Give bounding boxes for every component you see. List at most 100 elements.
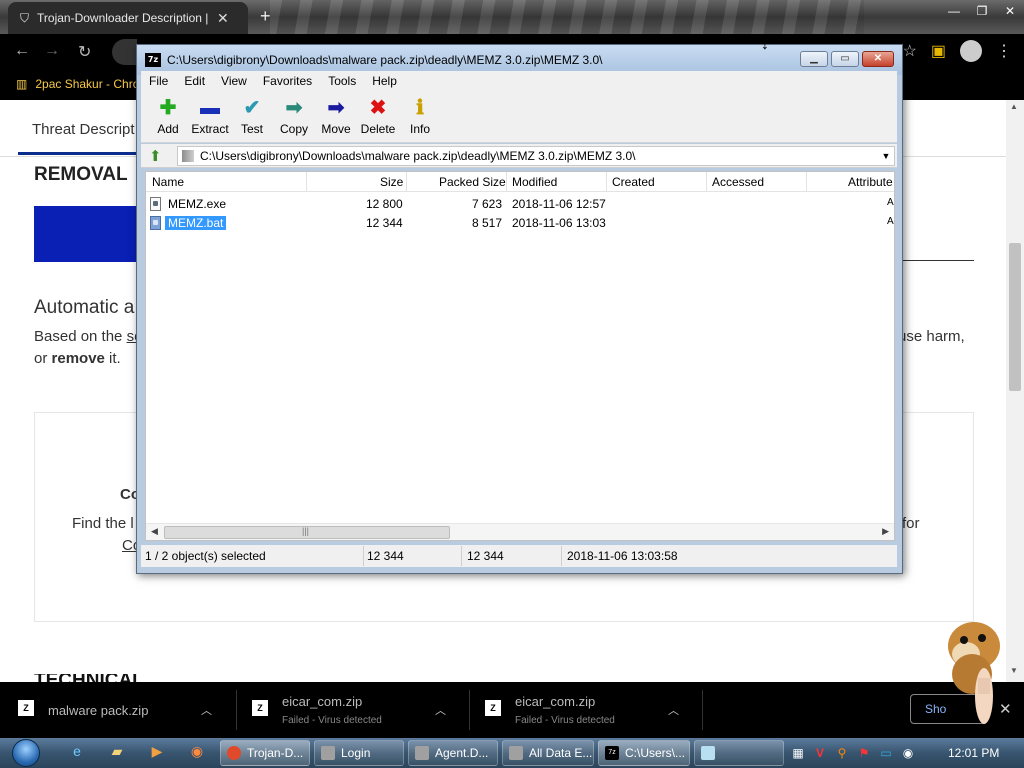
window-icon [415,746,429,760]
chevron-down-icon[interactable]: ▼ [878,151,894,161]
taskbar-notepad-button[interactable] [694,740,784,766]
column-size[interactable]: Size [380,175,403,189]
scroll-left-arrow-icon[interactable]: ◀ [151,526,158,537]
column-separator[interactable] [606,172,607,192]
menu-help[interactable]: Help [364,74,405,88]
maximize-button[interactable]: ▭ [831,51,859,67]
column-separator[interactable] [706,172,707,192]
menu-bar: File Edit View Favorites Tools Help [141,71,897,91]
tray-app-icon[interactable]: ▦ [790,745,806,761]
info-button[interactable]: ℹ Info [399,91,441,142]
taskbar-7zip-button[interactable]: 7z C:\Users\... [598,740,690,766]
file-name: MEMZ.exe [168,197,227,211]
taskbar-alldata-button[interactable]: All Data E... [502,740,594,766]
minimize-icon[interactable]: — [940,0,968,22]
menu-favorites[interactable]: Favorites [255,74,320,88]
bookmark-item[interactable]: ▥ 2pac Shakur - Chro [16,77,139,91]
back-arrow-icon[interactable]: ← [14,42,30,60]
internet-explorer-icon[interactable]: e [66,743,88,763]
add-label: Add [157,122,179,136]
column-name[interactable]: Name [152,175,184,189]
column-packed-size[interactable]: Packed Size [439,175,506,189]
table-row[interactable]: MEMZ.exe 12 800 7 623 2018-11-06 12:57 A [146,195,894,214]
browser-tab-active[interactable]: ⛉ Trojan-Downloader Description | ✕ [8,2,248,34]
download-item[interactable]: Z malware pack.zip ︿ [0,682,230,738]
firefox-icon[interactable]: ◉ [186,743,208,763]
system-clock[interactable]: 12:01 PM [948,746,999,760]
address-bar[interactable] [112,39,137,65]
path-combobox[interactable]: C:\Users\digibrony\Downloads\malware pac… [177,146,895,166]
minimize-button[interactable]: ▁ [800,51,828,67]
folder-up-icon[interactable]: ⬆ [149,147,167,165]
technical-details-heading: TECHNICAL DETAILS [34,674,224,682]
close-icon[interactable]: ✕ [996,0,1024,22]
taskbar-login-button[interactable]: Login [314,740,404,766]
start-button[interactable] [10,738,42,768]
horizontal-scrollbar[interactable]: ◀ ||| ▶ [146,523,894,540]
column-attributes[interactable]: Attribute [848,175,893,189]
table-row-selected[interactable]: MEMZ.bat 12 344 8 517 2018-11-06 13:03 A [146,214,894,233]
chevron-up-icon[interactable]: ︿ [668,702,679,718]
media-player-icon[interactable]: ▶ [146,743,168,763]
blue-banner[interactable] [34,206,144,262]
browser-extension-area: ☆ ▣ ⋮ [903,40,1012,62]
delete-button[interactable]: ✖ Delete [357,91,399,142]
browser-window-controls: — ❐ ✕ [940,0,1024,22]
7zip-app-icon: 7z [145,53,161,67]
column-created[interactable]: Created [612,175,655,189]
column-accessed[interactable]: Accessed [712,175,764,189]
test-label: Test [240,122,263,136]
file-packed-size: 8 517 [472,216,503,230]
search-tray-icon[interactable]: ⚲ [834,745,850,761]
test-button[interactable]: ✔ Test [231,91,273,142]
technical-details-text: TECHNICAL DETAILS [34,674,143,682]
tab-close-icon[interactable]: ✕ [217,10,229,27]
page-scrollbar[interactable]: ▲ ▼ [1006,100,1024,682]
menu-dots-icon[interactable]: ⋮ [996,41,1012,61]
column-separator[interactable] [806,172,807,192]
add-button[interactable]: ✚ Add [147,91,189,142]
threat-description-tab[interactable]: Threat Descript [32,121,135,138]
menu-view[interactable]: View [213,74,255,88]
menu-tools[interactable]: Tools [320,74,364,88]
chevron-up-icon[interactable]: ︿ [201,702,212,718]
menu-file[interactable]: File [141,74,176,88]
extension-icon[interactable]: ▣ [931,41,946,61]
scroll-right-arrow-icon[interactable]: ▶ [882,526,889,537]
download-item[interactable]: Z eicar_com.zip Failed - Virus detected … [234,682,464,738]
copy-button[interactable]: ➡ Copy [273,91,315,142]
forward-arrow-icon[interactable]: → [44,42,60,60]
folder-icon[interactable]: ▰ [106,743,128,763]
extract-button[interactable]: ▬ Extract [189,91,231,142]
close-button[interactable]: ✕ [862,51,894,67]
volume-icon[interactable]: ◉ [900,745,916,761]
column-separator[interactable] [506,172,507,192]
star-icon[interactable]: ☆ [903,41,917,61]
scrollbar-thumb[interactable] [1009,243,1021,391]
restore-icon[interactable]: ❐ [968,0,996,22]
column-separator[interactable] [406,172,407,192]
menu-edit[interactable]: Edit [176,74,213,88]
move-button[interactable]: ➡ Move [315,91,357,142]
taskbar-chrome-button[interactable]: Trojan-D... [220,740,310,766]
new-tab-button[interactable]: + [260,6,271,27]
download-item[interactable]: Z eicar_com.zip Failed - Virus detected … [467,682,697,738]
column-separator[interactable] [306,172,307,192]
delete-label: Delete [360,122,396,136]
chevron-up-icon[interactable]: ︿ [435,702,446,718]
taskbar-agent-button[interactable]: Agent.D... [408,740,498,766]
scroll-up-arrow-icon[interactable]: ▲ [1010,102,1018,111]
scroll-down-arrow-icon[interactable]: ▼ [1010,666,1018,675]
desktop-mascot-image [936,616,1006,728]
taskbar-button-label: C:\Users\... [625,746,686,760]
zip-file-icon: Z [485,700,501,716]
reload-icon[interactable]: ↻ [78,42,91,62]
column-modified[interactable]: Modified [512,175,557,189]
profile-avatar[interactable] [960,40,982,62]
flag-icon[interactable]: ⚑ [856,745,872,761]
monitor-icon[interactable]: ▭ [878,745,894,761]
antivirus-icon[interactable]: V [812,745,828,761]
status-size: 12 344 [367,549,404,563]
move-label: Move [321,122,351,136]
status-separator [461,546,462,566]
